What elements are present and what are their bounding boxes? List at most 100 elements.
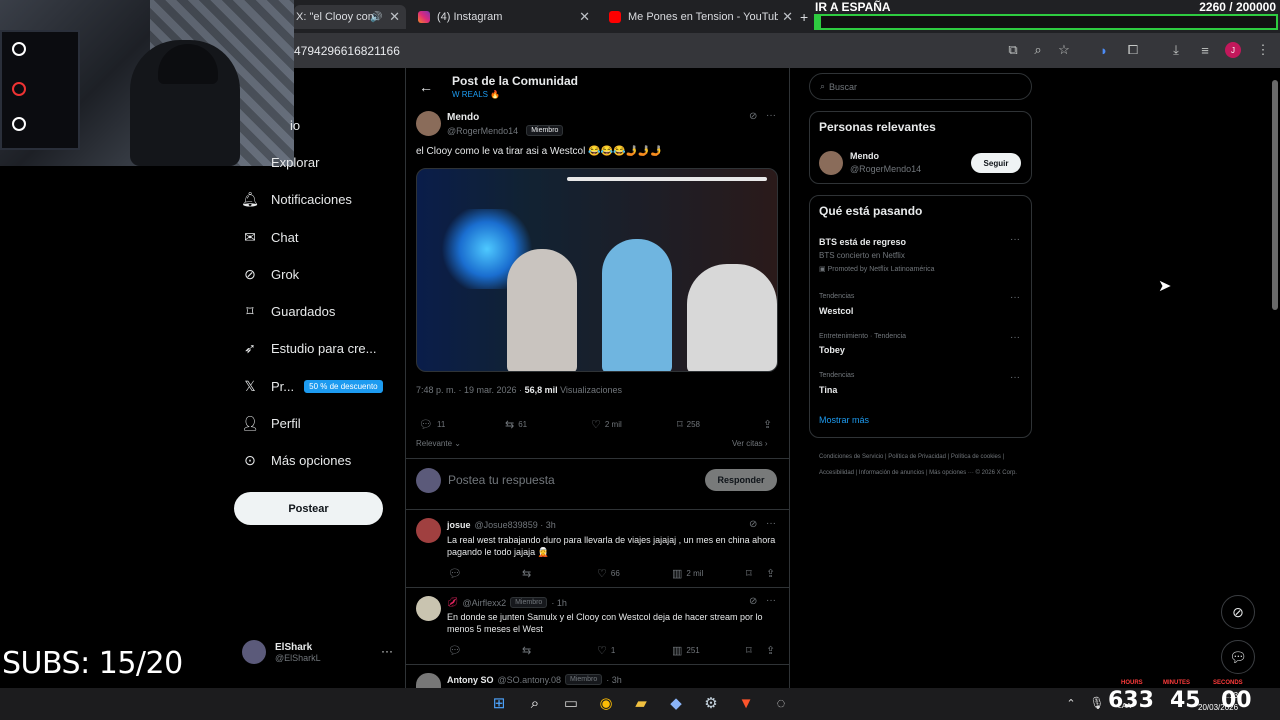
profile-avatar[interactable]: J <box>1225 42 1241 58</box>
bookmark-action[interactable]: ⌑ 258 <box>677 418 700 431</box>
back-arrow-icon[interactable]: ← <box>419 79 433 95</box>
scrollbar-thumb[interactable] <box>1272 80 1278 310</box>
community-name[interactable]: W REALS 🔥 <box>452 90 500 99</box>
sort-replies[interactable]: Relevante ⌄ <box>416 439 461 448</box>
tab-x-post[interactable]: X: "el Clooy com 🔊 ✕ <box>294 5 406 29</box>
grok-icon[interactable]: ⊘ <box>749 519 757 530</box>
sidebar-item-grok[interactable]: ⊘ Grok <box>242 262 299 286</box>
sidebar-item-more[interactable]: ⊙ Más opciones <box>242 448 351 472</box>
reply-action[interactable]: 💬︎ <box>448 567 466 580</box>
language-indicator[interactable]: LAA <box>1118 703 1131 710</box>
more-icon[interactable]: ··· <box>766 110 776 121</box>
close-tab-icon[interactable]: ✕ <box>782 9 793 25</box>
sidebar-item-explore[interactable]: Explorar <box>271 150 319 174</box>
extension-icon[interactable]: ◗ <box>1095 41 1113 59</box>
share-action[interactable]: ⇪ <box>766 644 779 657</box>
like-action[interactable]: ♡ 66 <box>597 567 620 580</box>
reply-action[interactable]: 💬︎ <box>448 644 466 657</box>
grok-icon[interactable]: ⊘ <box>749 111 757 122</box>
account-switcher[interactable]: ElShark @ElSharkL <box>242 640 321 664</box>
app-icon[interactable]: ◌ <box>770 692 792 714</box>
footer-links[interactable]: Condiciones de Servicio | Política de Pr… <box>819 450 1029 481</box>
sidebar-item-notifications[interactable]: 🔔︎ Notificaciones <box>241 187 352 211</box>
member-badge: Miembro <box>565 674 603 685</box>
search-input[interactable]: ⌕ Buscar <box>809 73 1032 100</box>
relevant-name[interactable]: Mendo <box>850 151 879 161</box>
show-more-link[interactable]: Mostrar más <box>819 415 869 425</box>
sidebar-item-home[interactable]: io <box>290 113 300 137</box>
share-action[interactable]: ⇪ <box>763 418 776 431</box>
reply-button[interactable]: Responder <box>705 469 777 491</box>
account-more-icon[interactable]: ··· <box>381 644 393 658</box>
url-text[interactable]: 4794296616821166 <box>294 44 400 58</box>
task-view-icon[interactable]: ▭ <box>560 692 582 714</box>
post-button[interactable]: Postear <box>234 492 383 525</box>
sidebar-item-premium[interactable]: 𝕏 Pr... 50 % de descuento <box>242 374 383 398</box>
folder-icon[interactable]: ▰ <box>630 692 652 714</box>
reply-input[interactable]: Postea tu respuesta <box>448 473 555 487</box>
more-icon[interactable]: ··· <box>1010 332 1020 343</box>
sidebar-item-profile[interactable]: 👤︎ Perfil <box>241 411 301 435</box>
view-quotes-link[interactable]: Ver citas › <box>732 439 768 448</box>
new-tab-button[interactable]: + <box>800 5 812 29</box>
tab-youtube[interactable]: Me Pones en Tension - YouTube ✕ <box>609 5 797 29</box>
post-image[interactable] <box>416 168 778 372</box>
avatar[interactable] <box>416 111 441 136</box>
comment-author[interactable]: josue <box>447 520 471 530</box>
sidebar-item-creator-studio[interactable]: ➶ Estudio para cre... <box>242 336 376 360</box>
windows-start-icon[interactable]: ⊞ <box>488 692 510 714</box>
trend-name[interactable]: BTS está de regreso <box>819 237 906 247</box>
like-action[interactable]: ♡ 1 <box>597 644 615 657</box>
views-action[interactable]: ▥ 251 <box>672 644 700 657</box>
more-icon[interactable]: ··· <box>766 518 776 529</box>
download-icon[interactable]: ⤓ <box>1167 41 1185 59</box>
avatar[interactable] <box>819 151 843 175</box>
trend-name[interactable]: Tina <box>819 385 837 395</box>
avatar[interactable] <box>416 518 441 543</box>
more-icon[interactable]: ··· <box>1010 292 1020 303</box>
more-icon[interactable]: ··· <box>766 595 776 606</box>
mic-icon[interactable]: 🎙︎ <box>1086 692 1108 714</box>
grok-icon[interactable]: ⊘ <box>1221 595 1255 629</box>
repost-action[interactable]: ⇆ 61 <box>505 418 527 431</box>
media-icon[interactable]: ≡ <box>1196 41 1214 59</box>
menu-icon[interactable]: ⋮ <box>1254 41 1272 59</box>
steam-icon[interactable]: ⚙ <box>700 692 722 714</box>
close-tab-icon[interactable]: ✕ <box>389 9 400 25</box>
puzzle-icon[interactable]: ⧠ <box>1124 41 1142 59</box>
bookmark-action[interactable]: ⌑ <box>746 567 756 580</box>
post-author[interactable]: Mendo <box>447 112 479 123</box>
comment-author[interactable]: Antony SO <box>447 675 494 685</box>
clock[interactable]: 1:13 20/03/2026 <box>1198 690 1238 714</box>
brave-icon[interactable]: ▼ <box>735 692 757 714</box>
messages-icon[interactable]: 💬︎ <box>1221 640 1255 674</box>
search-icon[interactable]: ⌕ <box>524 692 546 714</box>
tab-instagram[interactable]: (4) Instagram ✕ <box>418 5 594 29</box>
reply-action[interactable]: 💬︎ 11 <box>419 418 445 431</box>
cast-icon[interactable]: ⧉ <box>1004 41 1022 59</box>
zoom-icon[interactable]: ⌕ <box>1029 41 1047 59</box>
trend-name[interactable]: Tobey <box>819 345 845 355</box>
sidebar-item-bookmarks[interactable]: ⌑ Guardados <box>242 299 335 323</box>
views-action[interactable]: ▥ 2 mil <box>672 567 703 580</box>
trend-name[interactable]: Westcol <box>819 306 853 316</box>
repost-action[interactable]: ⇆ <box>522 644 535 657</box>
repost-action[interactable]: ⇆ <box>522 567 535 580</box>
avatar[interactable] <box>416 596 441 621</box>
follow-button[interactable]: Seguir <box>971 153 1021 173</box>
like-action[interactable]: ♡ 2 mil <box>591 418 622 431</box>
post-handle[interactable]: @RogerMendo14 <box>447 126 518 136</box>
close-tab-icon[interactable]: ✕ <box>579 9 590 25</box>
star-icon[interactable]: ☆ <box>1055 41 1073 59</box>
more-icon[interactable]: ··· <box>1010 234 1020 245</box>
chrome-icon[interactable]: ◉ <box>595 692 617 714</box>
share-action[interactable]: ⇪ <box>766 567 779 580</box>
bookmark-action[interactable]: ⌑ <box>746 644 756 657</box>
more-icon[interactable]: ··· <box>1010 372 1020 383</box>
tray-chevron-icon[interactable]: ⌃ <box>1060 692 1082 714</box>
app-icon[interactable]: ◆ <box>665 692 687 714</box>
scrollbar[interactable] <box>1270 68 1280 688</box>
sidebar-item-chat[interactable]: ✉ Chat <box>242 225 298 249</box>
grok-icon[interactable]: ⊘ <box>749 596 757 607</box>
divider <box>406 664 789 665</box>
